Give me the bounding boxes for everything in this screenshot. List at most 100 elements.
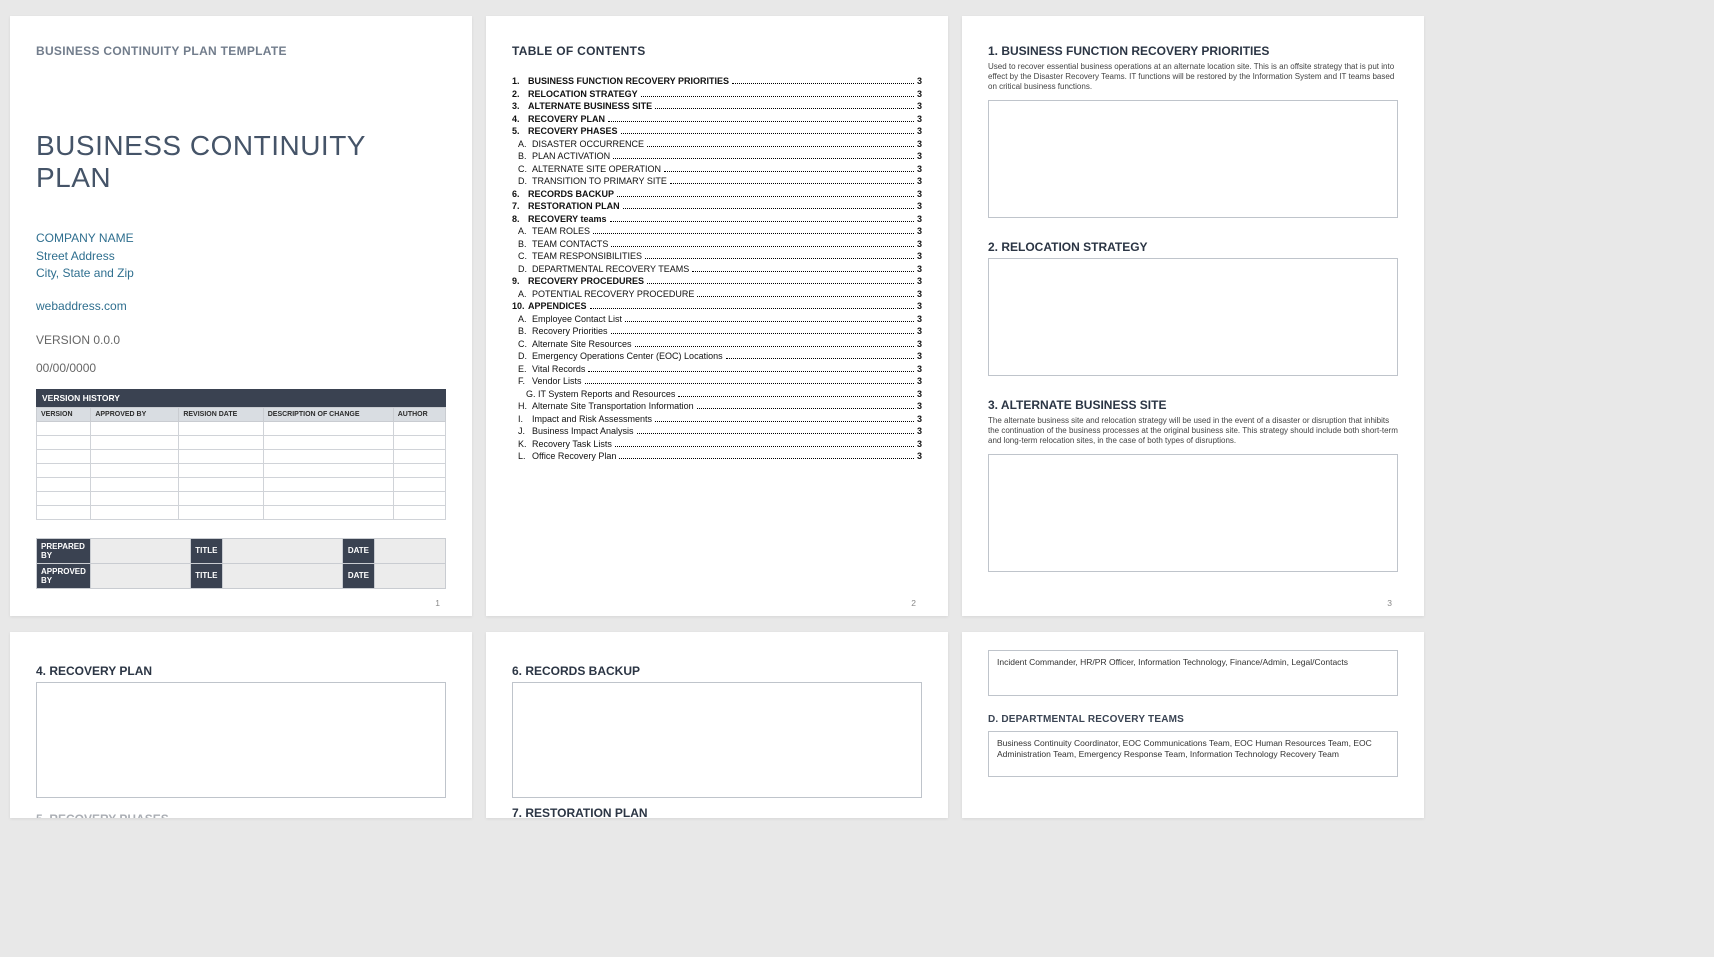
version-history-table: VERSION APPROVED BY REVISION DATE DESCRI…: [36, 407, 446, 520]
toc-row: B.Recovery Priorities 3: [512, 326, 922, 336]
section-2-field[interactable]: [988, 258, 1398, 376]
toc-label: Alternate Site Resources: [532, 339, 632, 349]
toc-dots: [697, 402, 914, 409]
toc-page: 3: [917, 364, 922, 374]
prepared-by-field[interactable]: [90, 538, 190, 563]
toc-label: Employee Contact List: [532, 314, 622, 324]
title-field[interactable]: [222, 538, 342, 563]
section-1-field[interactable]: [988, 100, 1398, 218]
toc-dots: [697, 290, 914, 297]
toc-row: 3.ALTERNATE BUSINESS SITE3: [512, 101, 922, 111]
date-label-2: DATE: [342, 563, 374, 588]
toc-dots: [625, 315, 914, 322]
toc-label: Recovery Priorities: [532, 326, 608, 336]
approved-by-field[interactable]: [90, 563, 190, 588]
toc-page: 3: [917, 351, 922, 361]
col-approved-by: APPROVED BY: [91, 407, 179, 421]
toc-label: RECORDS BACKUP: [528, 189, 614, 199]
toc-label: RECOVERY teams: [528, 214, 607, 224]
toc-page: 3: [917, 426, 922, 436]
toc-num: I.: [512, 414, 532, 424]
col-desc-change: DESCRIPTION OF CHANGE: [263, 407, 393, 421]
toc-dots: [611, 327, 914, 334]
toc-page: 3: [917, 276, 922, 286]
toc-num: C.: [512, 164, 532, 174]
toc-row: C.TEAM RESPONSIBILITIES3: [512, 251, 922, 261]
toc-page: 3: [917, 389, 922, 399]
web-address: webaddress.com: [36, 299, 446, 313]
toc-label: RECOVERY PHASES: [528, 126, 618, 136]
signature-table: PREPARED BY TITLE DATE APPROVED BY TITLE…: [36, 538, 446, 589]
teams-field-1[interactable]: Incident Commander, HR/PR Officer, Infor…: [988, 650, 1398, 696]
approved-by-label: APPROVED BY: [37, 563, 91, 588]
toc-dots: [726, 352, 914, 359]
table-row: [37, 421, 446, 435]
toc-label: TEAM CONTACTS: [532, 239, 608, 249]
toc-label: DISASTER OCCURRENCE: [532, 139, 644, 149]
toc-dots: [585, 377, 914, 384]
date-field[interactable]: [374, 538, 445, 563]
toc-num: 8.: [512, 214, 528, 224]
toc-row: 5.RECOVERY PHASES3: [512, 126, 922, 136]
page-5: 6. RECORDS BACKUP 7. RESTORATION PLAN Al…: [486, 632, 948, 818]
toc-row: B.TEAM CONTACTS3: [512, 239, 922, 249]
toc-row: 2.RELOCATION STRATEGY3: [512, 89, 922, 99]
section-6-field[interactable]: [512, 682, 922, 798]
toc-num: K.: [512, 439, 532, 449]
date-line: 00/00/0000: [36, 361, 446, 375]
toc-page: 3: [917, 176, 922, 186]
teams-field-2-text: Business Continuity Coordinator, EOC Com…: [989, 732, 1397, 766]
toc-list: 1.BUSINESS FUNCTION RECOVERY PRIORITIES3…: [512, 76, 922, 461]
toc-dots: [655, 415, 914, 422]
table-row: [37, 477, 446, 491]
toc-num: B.: [512, 326, 532, 336]
toc-num: C.: [512, 251, 532, 261]
toc-row: E.Vital Records3: [512, 364, 922, 374]
toc-num: A.: [512, 289, 532, 299]
table-row: [37, 505, 446, 519]
toc-page: 3: [917, 451, 922, 461]
toc-row: 9.RECOVERY PROCEDURES3: [512, 276, 922, 286]
date-field-2[interactable]: [374, 563, 445, 588]
toc-page: 3: [917, 139, 922, 149]
toc-num: 5.: [512, 126, 528, 136]
toc-dots: [588, 365, 914, 372]
toc-num: A.: [512, 226, 532, 236]
toc-page: 3: [917, 314, 922, 324]
section-3-desc: The alternate business site and relocati…: [988, 416, 1398, 446]
toc-num: 2.: [512, 89, 528, 99]
toc-row: 10.APPENDICES3: [512, 301, 922, 311]
section-4-field[interactable]: [36, 682, 446, 798]
city-state-zip: City, State and Zip: [36, 265, 446, 282]
toc-num: D.: [512, 351, 532, 361]
toc-num: B.: [512, 239, 532, 249]
toc-page: 3: [917, 189, 922, 199]
toc-page: 3: [917, 401, 922, 411]
toc-label: ALTERNATE SITE OPERATION: [532, 164, 661, 174]
toc-page: 3: [917, 326, 922, 336]
toc-row: H.Alternate Site Transportation Informat…: [512, 401, 922, 411]
toc-num: J.: [512, 426, 532, 436]
toc-label: PLAN ACTIVATION: [532, 151, 610, 161]
toc-row: D.DEPARTMENTAL RECOVERY TEAMS3: [512, 264, 922, 274]
title-field-2[interactable]: [222, 563, 342, 588]
toc-page: 3: [917, 76, 922, 86]
toc-row: K.Recovery Task Lists3: [512, 439, 922, 449]
page-number: 3: [1387, 598, 1392, 608]
toc-label: DEPARTMENTAL RECOVERY TEAMS: [532, 264, 689, 274]
teams-field-2[interactable]: Business Continuity Coordinator, EOC Com…: [988, 731, 1398, 777]
section-1-desc: Used to recover essential business opera…: [988, 62, 1398, 92]
page-6: Incident Commander, HR/PR Officer, Infor…: [962, 632, 1424, 818]
toc-dots: [645, 252, 914, 259]
toc-num: A.: [512, 139, 532, 149]
toc-page: 3: [917, 114, 922, 124]
toc-page: 3: [917, 201, 922, 211]
page-2: TABLE OF CONTENTS 1.BUSINESS FUNCTION RE…: [486, 16, 948, 616]
toc-row: D.Emergency Operations Center (EOC) Loca…: [512, 351, 922, 361]
toc-row: G.IT System Reports and Resources3: [512, 389, 922, 399]
section-3-field[interactable]: [988, 454, 1398, 572]
toc-page: 3: [917, 151, 922, 161]
toc-row: A.POTENTIAL RECOVERY PROCEDURE3: [512, 289, 922, 299]
sub-d-heading: D. DEPARTMENTAL RECOVERY TEAMS: [988, 714, 1398, 725]
section-1-heading: 1. BUSINESS FUNCTION RECOVERY PRIORITIES: [988, 44, 1398, 58]
